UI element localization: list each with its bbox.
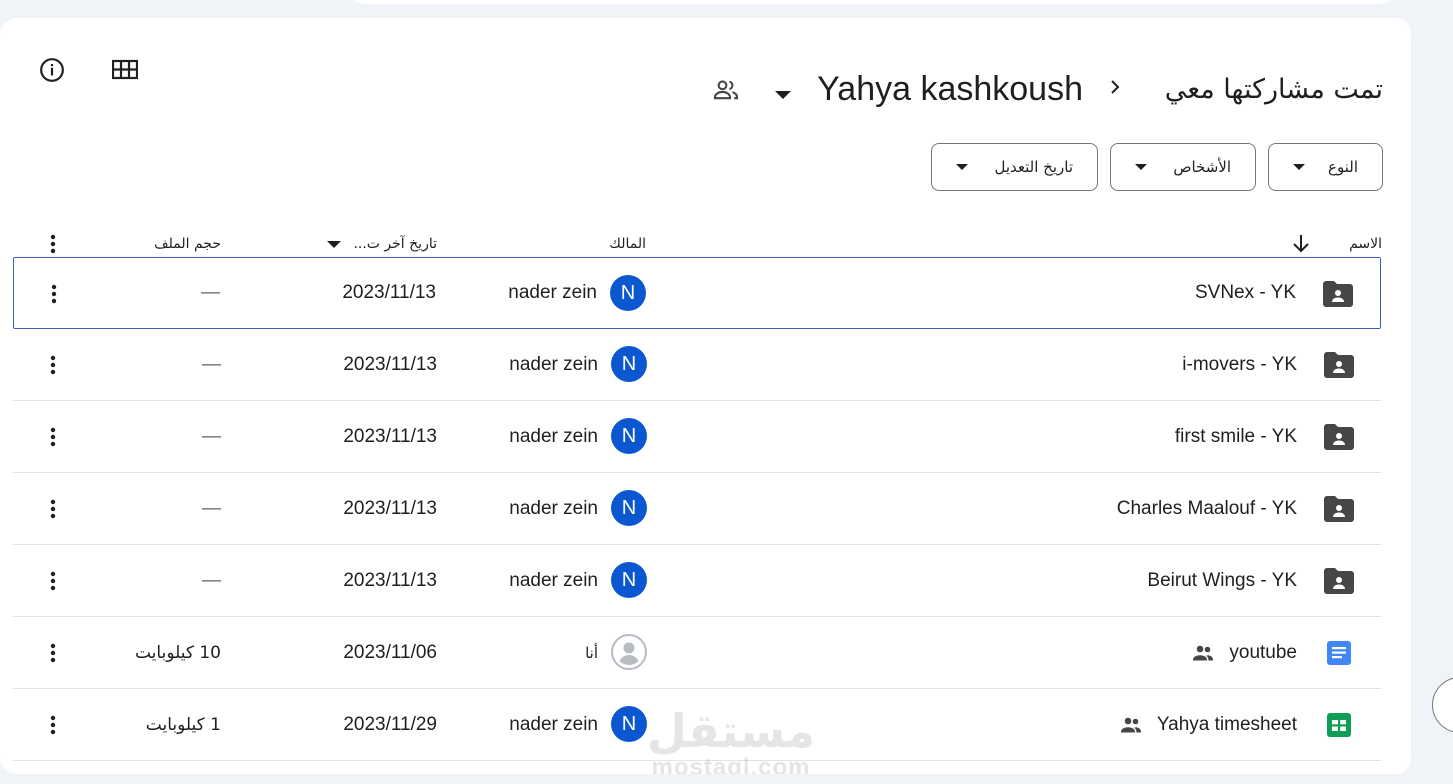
owner-avatar: N <box>610 275 646 311</box>
owner-name: nader zein <box>509 713 598 735</box>
chevron-down-icon <box>1293 164 1305 170</box>
modified-date: 2023/11/13 <box>343 425 437 447</box>
filter-modified-label: تاريخ التعديل <box>994 158 1073 176</box>
file-row[interactable]: youtube أنا 2023/11/06 10 كيلوبايت <box>13 617 1381 689</box>
owner-name: nader zein <box>509 353 598 375</box>
modified-date: 2023/11/13 <box>342 282 436 303</box>
owner-avatar: N <box>611 418 647 454</box>
file-row[interactable]: Beirut Wings - YK Nnader zein 2023/11/13 — <box>13 545 1381 617</box>
filter-modified-chip[interactable]: تاريخ التعديل <box>931 143 1098 191</box>
owner-name: أنا <box>585 643 598 662</box>
filter-people-chip[interactable]: الأشخاص <box>1110 143 1256 191</box>
file-name-cell[interactable]: Beirut Wings - YK <box>1147 545 1297 616</box>
row-more-actions-icon[interactable] <box>33 417 73 457</box>
file-name: Yahya timesheet <box>1156 713 1297 735</box>
row-more-actions-icon[interactable] <box>33 345 73 385</box>
shared-people-icon <box>1119 713 1143 737</box>
file-name-cell[interactable]: first smile - YK <box>1175 401 1297 472</box>
folder-menu-caret-icon[interactable] <box>775 86 791 99</box>
file-row[interactable]: first smile - YK Nnader zein 2023/11/13 — <box>13 401 1381 473</box>
file-size: 10 كيلوبايت <box>134 642 221 663</box>
owner-avatar: N <box>611 490 647 526</box>
owner-name: nader zein <box>508 282 597 303</box>
shared-folder-icon <box>1323 493 1355 525</box>
filter-type-chip[interactable]: النوع <box>1268 143 1383 191</box>
shared-people-icon[interactable] <box>712 76 740 104</box>
side-panel-toggle[interactable] <box>1432 677 1453 733</box>
file-name-cell[interactable]: SVNex - YK <box>1195 258 1296 328</box>
column-last-modified-label: تاريخ آخر ت... <box>353 236 437 252</box>
file-name: SVNex - YK <box>1194 282 1296 303</box>
shared-folder-icon <box>1323 349 1355 381</box>
modified-date: 2023/11/13 <box>343 569 437 591</box>
owner-avatar: N <box>611 346 647 382</box>
owner-avatar: N <box>611 562 647 598</box>
file-size: — <box>202 353 221 375</box>
file-row[interactable]: i-movers - YK Nnader zein 2023/11/13 — <box>13 329 1381 401</box>
file-size: — <box>202 425 221 447</box>
file-size: — <box>201 282 220 303</box>
file-row[interactable]: SVNex - YK Nnader zein 2023/11/13 — <box>13 257 1381 329</box>
file-name: youtube <box>1229 641 1297 663</box>
file-size: — <box>202 569 221 591</box>
file-size: — <box>202 497 221 519</box>
row-more-actions-icon[interactable] <box>33 489 73 529</box>
chevron-down-icon <box>1135 164 1147 170</box>
google-docs-icon <box>1323 637 1355 669</box>
file-name-cell[interactable]: youtube <box>1191 617 1297 688</box>
owner-name: nader zein <box>509 425 598 447</box>
row-more-actions-icon[interactable] <box>33 561 73 601</box>
file-row[interactable]: Yahya timesheet Nnader zein 2023/11/29 1 كي… <box>13 689 1381 761</box>
owner-name: nader zein <box>509 497 598 519</box>
file-name-cell[interactable]: Charles Maalouf - YK <box>1117 473 1297 544</box>
file-row[interactable]: Charles Maalouf - YK Nnader zein 2023/11/1… <box>13 473 1381 545</box>
breadcrumb-shared-with-me[interactable]: تمت مشاركتها معي <box>1165 64 1383 114</box>
file-name: first smile - YK <box>1174 425 1297 447</box>
column-name-label: الاسم <box>1349 236 1382 252</box>
owner-avatar-me-icon <box>611 634 647 670</box>
filter-people-label: الأشخاص <box>1173 158 1231 176</box>
google-sheets-icon <box>1323 709 1355 741</box>
chevron-down-icon <box>956 164 968 170</box>
chevron-down-icon <box>327 240 342 248</box>
owner-avatar: N <box>611 706 647 742</box>
shared-people-icon <box>1191 641 1215 665</box>
modified-date: 2023/11/29 <box>343 713 437 735</box>
breadcrumb-chevron-icon <box>1104 76 1126 98</box>
row-more-actions-icon[interactable] <box>34 274 74 314</box>
file-name: i-movers - YK <box>1182 353 1297 375</box>
modified-date: 2023/11/13 <box>343 353 437 375</box>
row-more-actions-icon[interactable] <box>33 633 73 673</box>
file-name-cell[interactable]: i-movers - YK <box>1182 329 1297 400</box>
modified-date: 2023/11/06 <box>343 641 437 663</box>
owner-name: nader zein <box>509 569 598 591</box>
main-panel: تمت مشاركتها معي Yahya kashkoush النوع ا… <box>0 18 1411 774</box>
top-bar-edge <box>350 0 1395 4</box>
modified-date: 2023/11/13 <box>343 497 437 519</box>
file-size: 1 كيلوبايت <box>145 714 221 735</box>
file-name: Charles Maalouf - YK <box>1116 497 1297 519</box>
file-name: Beirut Wings - YK <box>1147 569 1297 591</box>
grid-view-icon[interactable] <box>105 50 145 90</box>
file-name-cell[interactable]: Yahya timesheet <box>1119 689 1297 760</box>
shared-folder-icon <box>1323 565 1355 597</box>
details-info-icon[interactable] <box>32 50 72 90</box>
breadcrumb-current-folder[interactable]: Yahya kashkoush <box>817 64 1083 114</box>
filter-type-label: النوع <box>1328 158 1358 176</box>
shared-folder-icon <box>1323 421 1355 453</box>
shared-folder-icon <box>1322 278 1354 310</box>
row-more-actions-icon[interactable] <box>33 705 73 745</box>
